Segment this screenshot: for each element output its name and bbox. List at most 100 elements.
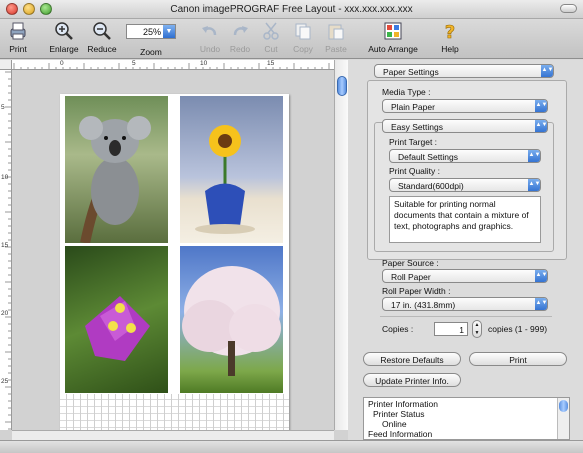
copy-icon [295, 23, 311, 40]
paper-page[interactable] [60, 94, 289, 434]
printer-info-item: Feed Information [368, 429, 433, 439]
blossom-tree-photo[interactable] [180, 246, 283, 393]
paste-tool-button[interactable]: Paste [318, 21, 354, 54]
copies-input[interactable]: 1 [434, 322, 468, 336]
settings-mode-value: Easy Settings [391, 122, 443, 132]
print-target-label: Print Target : [389, 137, 438, 147]
printer-info-scrollbar[interactable] [557, 398, 569, 439]
paper-source-select[interactable]: Roll Paper ▲▼ [382, 269, 548, 283]
vertical-ruler-ticks [5, 71, 11, 430]
copies-label: Copies : [382, 324, 414, 334]
paper-source-value: Roll Paper [391, 272, 431, 282]
ruler-label: 0 [60, 60, 64, 67]
roll-paper-width-value: 17 in. (431.8mm) [391, 300, 456, 310]
chevron-updown-icon: ▲▼ [535, 120, 547, 132]
ruler-label: 25 [1, 378, 9, 385]
auto-arrange-tool-label: Auto Arrange [368, 44, 418, 54]
printer-info-item: Online [382, 419, 407, 429]
update-printer-info-button[interactable]: Update Printer Info. [363, 373, 461, 387]
page-grid-margin [60, 394, 289, 434]
zoom-select[interactable]: 25% ▼ [126, 24, 176, 39]
help-tool-label: Help [441, 44, 459, 54]
blossom-tree-image [182, 266, 281, 376]
printer-info-item: Printer Information [368, 399, 438, 409]
print-button[interactable]: Print [469, 352, 567, 366]
auto-arrange-tool-button[interactable]: Auto Arrange [365, 21, 421, 54]
printer-icon [10, 22, 26, 40]
copy-tool-label: Copy [293, 44, 313, 54]
printer-info-list[interactable]: Printer Information Printer Status Onlin… [363, 397, 570, 440]
panel-select[interactable]: Paper Settings ▲▼ [374, 64, 554, 78]
sunflower-photo[interactable] [180, 96, 283, 243]
zoom-value: 25% [142, 27, 161, 37]
settings-mode-select[interactable]: Easy Settings ▲▼ [382, 119, 548, 133]
print-quality-select[interactable]: Standard(600dpi) ▲▼ [389, 178, 541, 192]
vertical-ruler: 5 10 15 20 25 [0, 70, 12, 430]
media-type-select[interactable]: Plain Paper ▲▼ [382, 99, 548, 113]
chevron-updown-icon: ▲▼ [528, 150, 540, 162]
ruler-label: 10 [200, 60, 208, 67]
enlarge-tool-button[interactable]: Enlarge [46, 21, 82, 54]
paste-tool-label: Paste [325, 44, 347, 54]
paste-icon [328, 24, 344, 40]
title-bar: Canon imagePROGRAF Free Layout - xxx.xxx… [0, 0, 583, 19]
reduce-tool-label: Reduce [87, 44, 117, 54]
layout-horizontal-scrollbar[interactable] [12, 430, 334, 440]
media-type-label: Media Type : [382, 87, 431, 97]
reduce-tool-button[interactable]: Reduce [84, 21, 120, 54]
panel-select-value: Paper Settings [383, 67, 439, 77]
copies-range: copies (1 - 999) [488, 324, 548, 334]
undo-icon [202, 26, 217, 36]
zoom-label: Zoom [140, 47, 162, 57]
auto-arrange-icon [384, 22, 402, 40]
status-bar [0, 440, 583, 453]
ruler-label: 5 [1, 104, 5, 111]
redo-icon [233, 26, 248, 36]
scroll-thumb[interactable] [337, 76, 347, 96]
enlarge-tool-label: Enlarge [49, 44, 79, 54]
ruler-label: 5 [132, 60, 136, 67]
svg-text:?: ? [445, 22, 455, 41]
restore-defaults-button[interactable]: Restore Defaults [363, 352, 461, 366]
media-type-value: Plain Paper [391, 102, 435, 112]
ruler-label: 20 [1, 310, 9, 317]
chevron-updown-icon: ▲▼ [541, 65, 553, 77]
koala-photo[interactable] [65, 96, 168, 243]
ruler-corner [0, 60, 12, 70]
bougainvillea-image [85, 296, 150, 361]
window-title: Canon imagePROGRAF Free Layout - xxx.xxx… [170, 4, 413, 15]
koala-image [79, 116, 151, 243]
layout-area: 0 5 10 15 5 10 15 20 25 [0, 60, 348, 440]
print-quality-label: Print Quality : [389, 166, 441, 176]
print-target-value: Default Settings [398, 152, 459, 162]
print-tool-button[interactable]: Print [0, 21, 36, 54]
help-icon: ? [444, 22, 455, 41]
chevron-down-icon[interactable]: ▼ [163, 25, 175, 38]
scissors-icon [263, 22, 279, 40]
cut-tool-label: Cut [264, 44, 278, 54]
settings-divider [380, 316, 552, 317]
chevron-updown-icon: ▲▼ [535, 270, 547, 282]
print-tool-label: Print [9, 44, 27, 54]
sunflower-image [195, 125, 255, 234]
zoom-out-icon [93, 22, 111, 40]
roll-paper-width-select[interactable]: 17 in. (431.8mm) ▲▼ [382, 297, 548, 311]
zoom-in-icon [55, 22, 73, 40]
print-quality-value: Standard(600dpi) [398, 181, 464, 191]
cut-tool-button[interactable]: Cut [253, 21, 289, 54]
scroll-thumb[interactable] [559, 400, 568, 412]
ruler-label: 15 [267, 60, 275, 67]
bougainvillea-photo[interactable] [65, 246, 168, 393]
layout-vertical-scrollbar[interactable] [334, 60, 348, 430]
print-quality-description: Suitable for printing normal documents t… [389, 196, 541, 243]
print-target-select[interactable]: Default Settings ▲▼ [389, 149, 541, 163]
toolbar: Print Enlarge Reduce 25% ▼ Zoom Undo Red… [0, 19, 583, 59]
toolbar-toggle-button[interactable] [560, 4, 577, 13]
help-tool-button[interactable]: ? Help [432, 21, 468, 54]
chevron-updown-icon: ▲▼ [528, 179, 540, 191]
printer-info-item: Printer Status [373, 409, 425, 419]
ruler-label: 15 [1, 242, 9, 249]
roll-paper-width-label: Roll Paper Width : [382, 286, 451, 296]
copy-tool-button[interactable]: Copy [285, 21, 321, 54]
copies-stepper[interactable]: ▲ ▼ [472, 320, 482, 338]
